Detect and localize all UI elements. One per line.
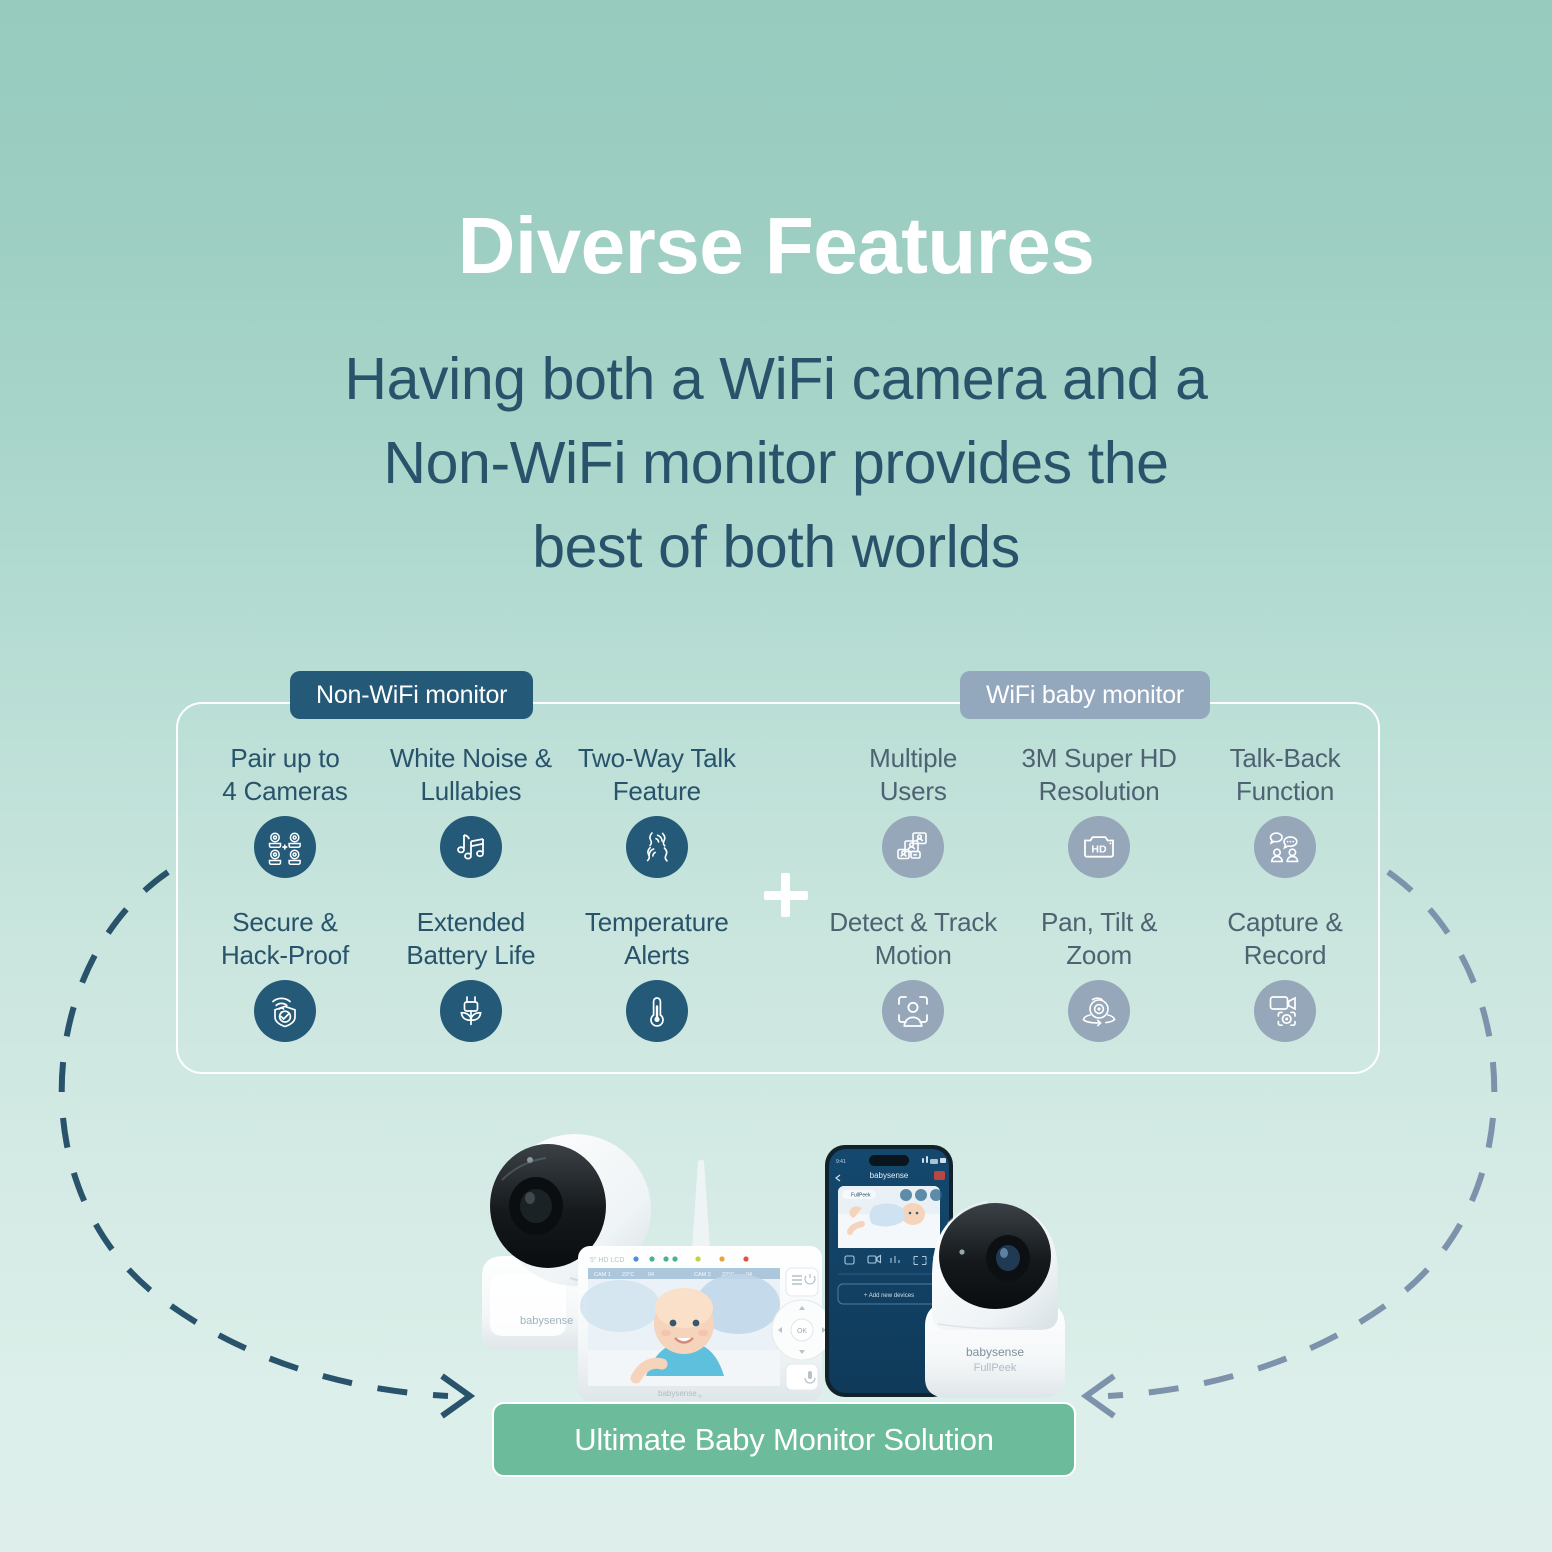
phone-feed-btn-1[interactable]	[900, 1189, 912, 1201]
subtitle-line-1: Having both a WiFi camera and a	[344, 346, 1208, 412]
feature-label: Temperature Alerts	[584, 907, 729, 970]
wifi-feature-grid: Multiple Users 3M Super HD Resolution HD…	[820, 704, 1378, 1070]
right-camera-lens-inner	[996, 1245, 1020, 1271]
features-panel: Non-WiFi monitor WiFi baby monitor Pair …	[176, 671, 1380, 1074]
thermometer-icon	[625, 980, 688, 1042]
page-title: Diverse Features	[457, 201, 1095, 290]
feature-extended-battery-life: Extended Battery Life	[378, 906, 564, 1070]
music-notes-icon	[439, 816, 502, 878]
right-camera-model: FullPeek	[974, 1362, 1017, 1374]
feature-label: Pan, Tilt & Zoom	[1040, 907, 1158, 970]
plug-leaf-icon	[439, 980, 502, 1042]
right-camera-brand: babysense	[966, 1345, 1024, 1359]
feature-temperature-alerts: Temperature Alerts	[564, 906, 750, 1070]
feature-capture-record: Capture & Record	[1192, 906, 1378, 1070]
right-camera-ir-sensor	[959, 1249, 965, 1255]
svg-text:CAM 2: CAM 2	[694, 1272, 711, 1278]
camera-antenna	[692, 1159, 710, 1249]
feature-white-noise-lullabies: White Noise & Lullabies	[378, 742, 564, 906]
feature-label: Secure & Hack-Proof	[220, 907, 349, 970]
phone-alert-badge[interactable]	[934, 1171, 945, 1180]
product-illustration: babysense 5" HD LCD CAM 1 23°C 04 CAM 2 …	[482, 1134, 1065, 1401]
svg-text:9:41: 9:41	[836, 1159, 846, 1165]
feature-label: Two-Way Talk Feature	[577, 743, 736, 806]
infographic-poster: Diverse Features Having both a WiFi came…	[0, 0, 1552, 1552]
svg-text:+ Add new devices: + Add new devices	[864, 1293, 914, 1299]
feature-detect-track-motion: Detect & Track Motion	[820, 906, 1006, 1070]
feature-label: White Noise & Lullabies	[389, 743, 552, 806]
feature-secure-hack-proof: Secure & Hack-Proof	[192, 906, 378, 1070]
monitor-baby-image	[580, 1274, 780, 1386]
feature-label: Detect & Track Motion	[829, 907, 998, 970]
monitor-brand: babysense	[658, 1389, 697, 1398]
capture-record-icon	[1254, 980, 1317, 1042]
feature-two-way-talk: Two-Way Talk Feature	[564, 742, 750, 906]
monitor-mic-hole	[698, 1394, 702, 1398]
two-way-talk-icon	[625, 816, 688, 878]
feature-multiple-users: Multiple Users	[820, 742, 1006, 906]
feature-label: Pair up to 4 Cameras	[222, 743, 348, 806]
multiple-users-icon	[882, 816, 945, 878]
page-subtitle: Having both a WiFi camera and a Non-WiFi…	[0, 338, 1552, 589]
feature-pair-up-to-4-cameras: Pair up to 4 Cameras	[192, 742, 378, 906]
monitor-ok-label: OK	[797, 1328, 807, 1335]
camera-base-brand: babysense	[520, 1315, 573, 1327]
feature-label: Capture & Record	[1227, 907, 1343, 970]
subtitle-line-3: best of both worlds	[532, 513, 1020, 580]
feature-groups: Pair up to 4 Cameras White Noise & Lulla…	[178, 704, 1378, 1072]
right-camera-lens-glint	[1000, 1248, 1008, 1258]
feature-label: Multiple Users	[869, 743, 958, 806]
phone-video-feed[interactable]: FullPeek	[838, 1186, 942, 1248]
right-camera-device: babysense FullPeek	[925, 1200, 1065, 1398]
svg-text:23°C: 23°C	[622, 1272, 634, 1278]
svg-text:04: 04	[648, 1272, 654, 1278]
solution-banner: Ultimate Baby Monitor Solution	[492, 1402, 1076, 1477]
non-wifi-feature-grid: Pair up to 4 Cameras White Noise & Lulla…	[192, 704, 750, 1070]
left-arrow-head	[440, 1373, 476, 1419]
heading-block: Diverse Features Having both a WiFi came…	[0, 206, 1552, 589]
product-photo-group: babysense 5" HD LCD CAM 1 23°C 04 CAM 2 …	[470, 1128, 1100, 1428]
phone-feed-label: FullPeek	[851, 1193, 871, 1199]
svg-text:CAM 1: CAM 1	[594, 1272, 611, 1278]
phone-app-title: babysense	[870, 1171, 909, 1180]
hd-camera-icon: HD	[1068, 816, 1131, 878]
motion-detect-icon	[882, 980, 945, 1042]
phone-baby-body	[869, 1203, 905, 1227]
talk-back-icon	[1254, 816, 1317, 878]
feature-label: Talk-Back Function	[1229, 743, 1341, 806]
feature-talk-back-function: Talk-Back Function	[1192, 742, 1378, 906]
plus-separator-icon	[750, 865, 820, 925]
feature-label: Extended Battery Life	[406, 907, 536, 970]
phone-feed-btn-3[interactable]	[930, 1189, 942, 1201]
shield-wifi-icon	[253, 980, 316, 1042]
feature-label: 3M Super HD Resolution	[1021, 743, 1177, 806]
phone-dynamic-island	[869, 1155, 909, 1166]
feature-pan-tilt-zoom: Pan, Tilt & Zoom	[1006, 906, 1192, 1070]
feature-3m-super-hd-resolution: 3M Super HD Resolution HD	[1006, 742, 1192, 906]
four-cameras-icon	[253, 816, 316, 878]
phone-feed-btn-2[interactable]	[915, 1189, 927, 1201]
camera-lens-inner	[520, 1189, 552, 1223]
svg-text:HD: HD	[1092, 843, 1108, 855]
monitor-top-legend: 5" HD LCD	[590, 1257, 624, 1264]
subtitle-line-2: Non-WiFi monitor provides the	[383, 429, 1169, 496]
parent-unit-monitor: 5" HD LCD CAM 123°C04 CAM 222°C04	[578, 1246, 833, 1401]
pan-tilt-zoom-icon	[1068, 980, 1131, 1042]
camera-lens-glint	[525, 1192, 535, 1204]
